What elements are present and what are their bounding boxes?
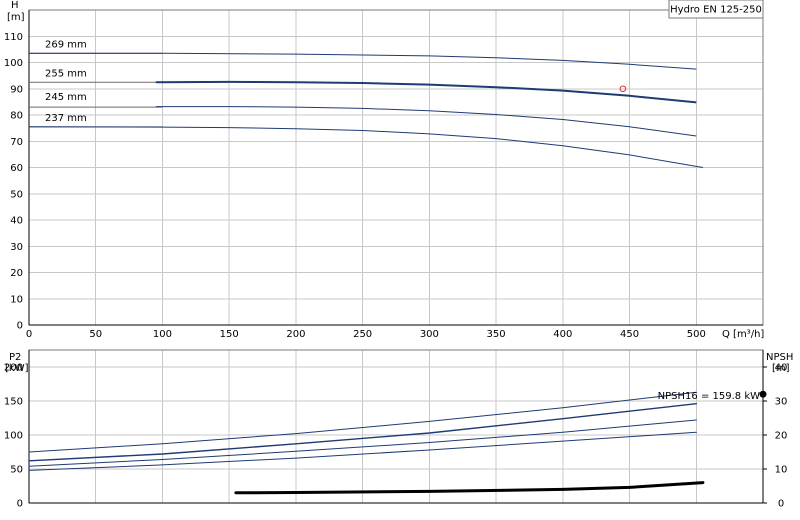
series-label: 255 mm: [45, 69, 87, 80]
y-tick-label: 60: [10, 163, 23, 174]
pump-curve-chart: 0 50 100 150 200 250 300 350 400 450 5000102030405…: [4, 0, 793, 510]
x-tick-label: 100: [153, 329, 172, 340]
series-label: 245 mm: [45, 92, 87, 103]
plot-frame: [28, 349, 764, 504]
series-label: 237 mm: [45, 113, 87, 124]
y-tick-label: 90: [10, 84, 23, 95]
y-tick-label-left: 150: [4, 397, 23, 408]
y-tick-label: 80: [10, 111, 23, 122]
y-tick-label: 20: [10, 268, 23, 279]
npsh-curve-line: [234, 481, 705, 495]
x-axis-label: Q [m³/h]: [722, 329, 764, 340]
head-curve-plot: 0 50 100 150 200 250 300 350 400 450 500 0 10 20 30 40 5…: [4, 0, 764, 340]
y-tick-label: 70: [10, 137, 23, 148]
head-curve-line: [155, 106, 697, 137]
npsh-marker: [759, 390, 767, 398]
y-axis-label: H: [11, 0, 19, 11]
y-tick-label: 100: [4, 58, 23, 69]
y-tick-label-left: 50: [10, 465, 23, 476]
y-axis-unit: [m]: [7, 12, 25, 23]
y-tick-label: 0: [17, 321, 23, 332]
y-tick-label: 50: [10, 189, 23, 200]
y-axis-unit-right: [m]: [772, 363, 790, 374]
x-tick-label: 200: [286, 329, 305, 340]
y-tick-label-right: 20: [775, 431, 788, 442]
head-curve-line: [28, 126, 703, 168]
y-axis-unit-left: [kW]: [5, 363, 29, 374]
x-tick-label: 0: [26, 329, 32, 340]
power-npsh-plot: 050100150200010203040P2[kW]NPSH[m]NPSH16…: [4, 349, 793, 510]
x-tick-label: 350: [487, 329, 506, 340]
y-tick-label: 10: [10, 294, 23, 305]
y-tick-label-right: 30: [775, 397, 788, 408]
x-tick-label: 250: [353, 329, 372, 340]
x-tick-label: 150: [220, 329, 239, 340]
y-tick-label-right: 0: [778, 499, 784, 510]
y-tick-label: 110: [4, 32, 23, 43]
y-tick-label: 30: [10, 242, 23, 253]
y-tick-label-left: 0: [17, 499, 23, 510]
npsh-annotation: NPSH16 = 159.8 kW: [658, 391, 760, 402]
x-tick-label: 400: [553, 329, 572, 340]
y-axis-label-right: NPSH: [766, 352, 793, 363]
series-label: 269 mm: [45, 40, 87, 51]
chart-title: Hydro EN 125-250: [670, 5, 762, 16]
y-tick-label-right: 10: [775, 465, 788, 476]
y-tick-label: 40: [10, 216, 23, 227]
y-axis-label-left: P2: [9, 352, 21, 363]
x-tick-label: 300: [420, 329, 439, 340]
x-tick-label: 50: [89, 329, 102, 340]
y-tick-label-left: 100: [4, 431, 23, 442]
x-tick-label: 450: [620, 329, 639, 340]
head-curve-line: [155, 80, 697, 104]
x-tick-label: 500: [687, 329, 706, 340]
